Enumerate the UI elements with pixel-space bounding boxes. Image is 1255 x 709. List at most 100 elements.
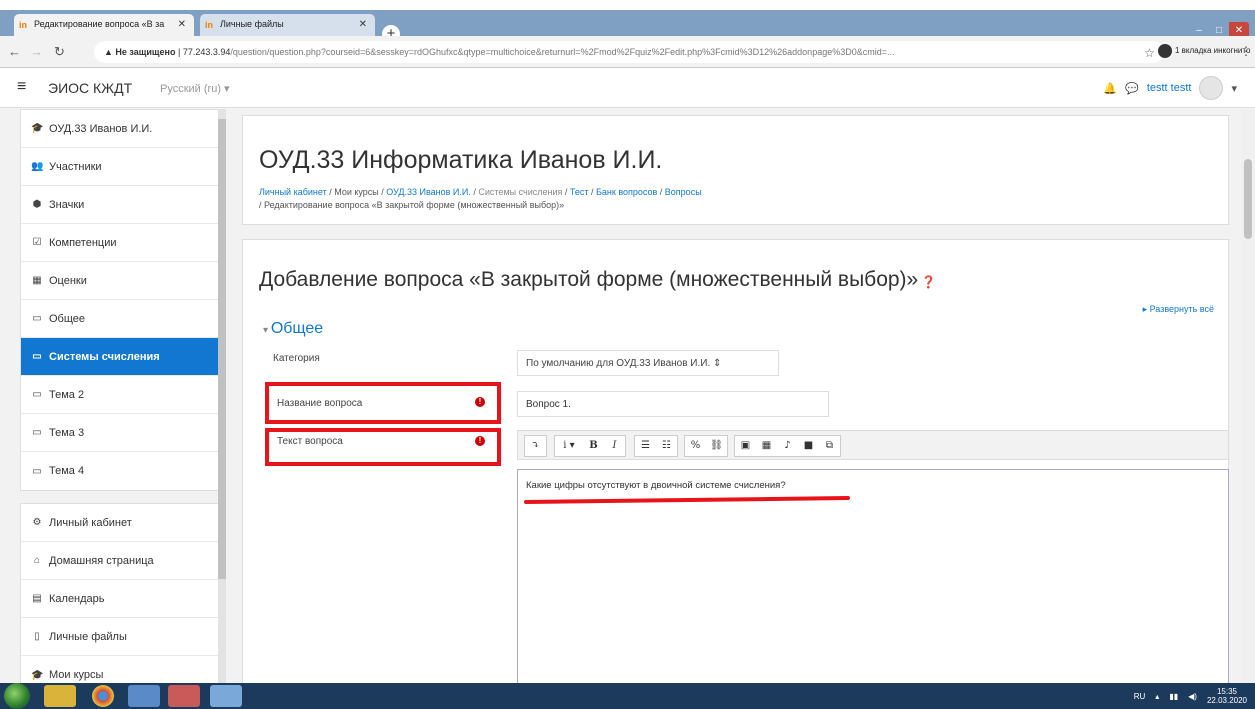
start-button-icon[interactable] [4, 683, 30, 709]
messages-icon[interactable]: 💬 [1125, 82, 1139, 95]
toolbar-toggle-button[interactable]: ⤵ [525, 436, 546, 456]
scrollbar-thumb[interactable] [1244, 159, 1252, 239]
not-secure-label: Не защищено [115, 47, 176, 57]
breadcrumb-link[interactable]: Банк вопросов [596, 187, 657, 197]
tab-edit-question[interactable]: in Редактирование вопроса «В за ✕ [14, 14, 194, 36]
course-nav-group: 🎓 ОУД.33 Иванов И.И. 👥 Участники ⬢ Значки ☑… [20, 109, 226, 491]
forward-icon[interactable]: → [30, 44, 43, 59]
sidebar-item-number-systems[interactable]: ▭ Системы счисления [21, 338, 225, 376]
breadcrumb-link[interactable]: ОУД.33 Иванов И.И. [386, 187, 471, 197]
reload-icon[interactable]: ↻ [54, 44, 65, 60]
unordered-list-button[interactable]: ☰ [635, 436, 656, 456]
sidebar-item-label: Домашняя страница [49, 554, 154, 567]
language-selector[interactable]: Русский (ru) ▾ [160, 82, 230, 95]
site-name[interactable]: ЭИОС КЖДТ [48, 80, 132, 96]
record-video-button[interactable]: ■ [798, 436, 819, 456]
folder-icon: ▭ [32, 313, 42, 324]
file-explorer-icon[interactable] [44, 685, 76, 707]
required-icon: ! [475, 397, 485, 407]
nav-drawer: 🎓 ОУД.33 Иванов И.И. 👥 Участники ⬢ Значки ☑… [20, 109, 226, 683]
back-icon[interactable]: ← [8, 44, 21, 59]
browser-menu-icon[interactable]: ⋮ [1240, 44, 1252, 58]
explorer-folder-icon[interactable] [128, 685, 160, 707]
sidebar-item-participants[interactable]: 👥 Участники [21, 148, 225, 186]
category-select[interactable]: По умолчанию для ОУД.33 Иванов И.И. ⇕ [517, 350, 779, 376]
language-indicator[interactable]: RU [1134, 692, 1146, 701]
sidebar-item-home[interactable]: ⌂ Домашняя страница [21, 542, 225, 580]
sidebar-item-competencies[interactable]: ☑ Компетенции [21, 224, 225, 262]
breadcrumb-link[interactable]: Тест [570, 187, 589, 197]
sidebar-item-private-files[interactable]: ▯ Личные файлы [21, 618, 225, 656]
volume-icon[interactable]: ◀) [1188, 692, 1197, 701]
page-title: ОУД.33 Информатика Иванов И.И. [259, 146, 663, 174]
user-name[interactable]: testt testt [1147, 82, 1192, 94]
moodle-favicon-icon: in [19, 20, 27, 30]
category-label: Категория [273, 353, 320, 364]
question-text-editor[interactable]: Какие цифры отсутствуют в двоичной систе… [517, 469, 1229, 683]
shield-icon: ⬢ [32, 199, 42, 210]
record-audio-button[interactable]: ♪ [777, 436, 798, 456]
ordered-list-button[interactable]: ☷ [656, 436, 677, 456]
form-title: Добавление вопроса «В закрытой форме (мн… [259, 268, 937, 291]
page-content: 🎓 ОУД.33 Иванов И.И. 👥 Участники ⬢ Значки ☑… [0, 109, 1255, 683]
hamburger-menu-icon[interactable]: ≡ [17, 78, 26, 96]
folder-icon: ▭ [32, 465, 42, 477]
unlink-button[interactable]: ⛓ [706, 436, 727, 456]
insert-image-button[interactable]: ▣ [735, 436, 756, 456]
folder-icon: ▭ [32, 389, 42, 400]
chevron-down-icon[interactable]: ▾ [1231, 82, 1237, 95]
network-icon[interactable]: ▮▮ [1169, 692, 1178, 701]
sidebar-item-topic-2[interactable]: ▭ Тема 2 [21, 376, 225, 414]
tab-personal-files[interactable]: in Личные файлы ✕ [200, 14, 375, 36]
sidebar-item-my-courses[interactable]: 🎓 Мои курсы [21, 656, 225, 683]
user-menu: 🔔 💬 testt testt ▾ [1103, 76, 1237, 100]
paragraph-style-button[interactable]: i ▾ [555, 436, 583, 456]
table-icon: ▦ [32, 275, 42, 286]
sidebar-scrollbar[interactable] [218, 109, 226, 683]
tray-arrow-icon[interactable]: ▴ [1155, 692, 1159, 701]
section-general-toggle[interactable]: ▾ Общее [263, 320, 323, 338]
close-icon[interactable]: ✕ [178, 19, 186, 30]
expand-all-link[interactable]: ▸ Развернуть всё [1143, 304, 1214, 315]
clock[interactable]: 15:35 22.03.2020 [1207, 687, 1247, 705]
incognito-indicator[interactable]: 1 вкладка инкогнито [1158, 44, 1250, 58]
notifications-bell-icon[interactable]: 🔔 [1103, 82, 1117, 95]
dashboard-icon: ⚙ [32, 517, 42, 528]
manage-files-button[interactable]: ⧉ [819, 436, 840, 456]
close-icon[interactable]: ✕ [359, 19, 367, 30]
breadcrumb-link[interactable]: Личный кабинет [259, 187, 327, 197]
address-bar: ← → ↻ ▲ Не защищено | 77.243.3.94/questi… [0, 36, 1255, 68]
sidebar-item-dashboard[interactable]: ⚙ Личный кабинет [21, 504, 225, 542]
avatar[interactable] [1199, 76, 1224, 100]
help-icon[interactable]: ❓ [921, 275, 936, 289]
sidebar-item-badges[interactable]: ⬢ Значки [21, 186, 225, 224]
url-field[interactable]: ▲ Не защищено | 77.243.3.94/question/que… [94, 41, 1164, 63]
window-app-icon[interactable] [210, 685, 242, 707]
page-scrollbar[interactable] [1241, 109, 1255, 683]
sidebar-item-topic-3[interactable]: ▭ Тема 3 [21, 414, 225, 452]
sidebar-item-label: Мои курсы [49, 669, 104, 681]
presentation-app-icon[interactable] [168, 685, 200, 707]
link-button[interactable]: % [685, 436, 706, 456]
site-navbar: ≡ ЭИОС КЖДТ Русский (ru) ▾ 🔔 💬 testt tes… [0, 68, 1255, 108]
sidebar-item-calendar[interactable]: ▤ Календарь [21, 580, 225, 618]
top-strip [0, 0, 1255, 10]
sidebar-item-course[interactable]: 🎓 ОУД.33 Иванов И.И. [21, 110, 225, 148]
breadcrumb-link[interactable]: Системы счисления [478, 187, 562, 197]
scrollbar-thumb[interactable] [218, 119, 226, 579]
sidebar-item-label: ОУД.33 Иванов И.И. [49, 122, 153, 135]
question-text-content[interactable]: Какие цифры отсутствуют в двоичной систе… [526, 480, 786, 491]
sidebar-item-general[interactable]: ▭ Общее [21, 300, 225, 338]
bookmark-star-icon[interactable]: ☆ [1144, 46, 1155, 60]
chrome-icon[interactable] [92, 685, 114, 707]
italic-button[interactable]: I [604, 436, 625, 456]
breadcrumb-link[interactable]: Мои курсы [334, 187, 379, 197]
bold-button[interactable]: B [583, 436, 604, 456]
tab-title: Личные файлы [220, 19, 284, 29]
sidebar-item-topic-4[interactable]: ▭ Тема 4 [21, 452, 225, 490]
question-name-input[interactable]: Вопрос 1. [517, 391, 829, 417]
breadcrumb-link[interactable]: Вопросы [665, 187, 702, 197]
sidebar-item-grades[interactable]: ▦ Оценки [21, 262, 225, 300]
breadcrumb-current: Редактирование вопроса «В закрытой форме… [264, 200, 565, 210]
insert-media-button[interactable]: ▦ [756, 436, 777, 456]
